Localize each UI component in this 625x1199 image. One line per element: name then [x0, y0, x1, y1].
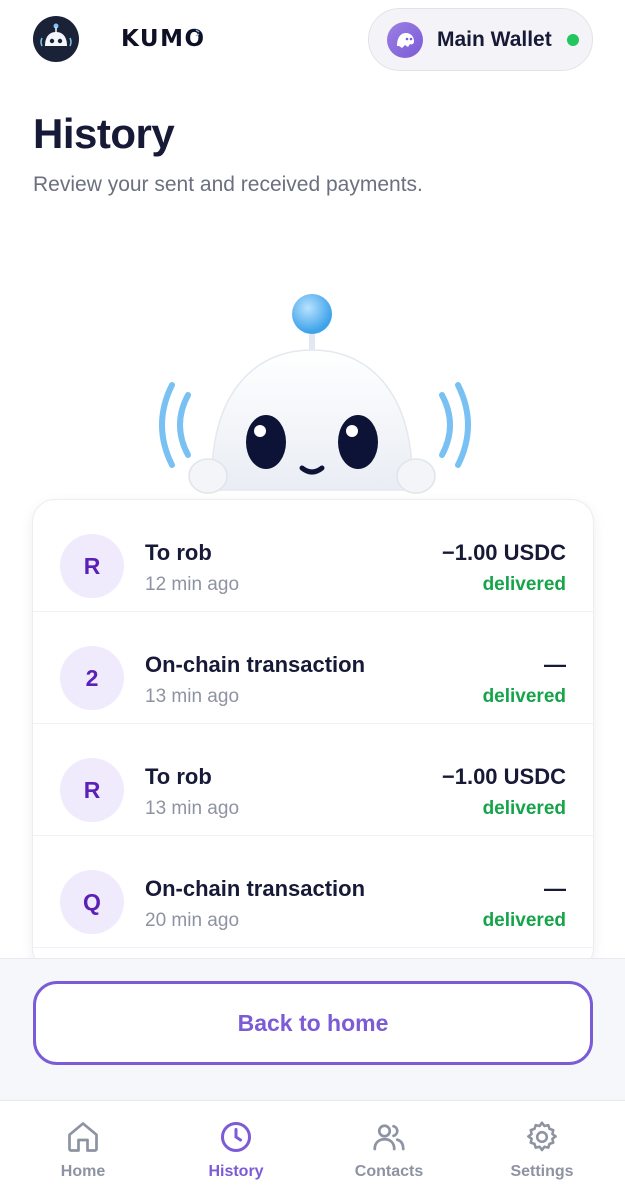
transaction-status: delivered: [482, 686, 566, 707]
tab-label: History: [208, 1163, 264, 1180]
bottom-tab-bar: Home History Contacts Settings: [0, 1100, 625, 1199]
tab-label: Home: [60, 1163, 106, 1180]
transaction-time: 13 min ago: [145, 798, 240, 819]
app-header: KUMO Main Wallet: [0, 0, 625, 80]
transaction-row[interactable]: Q On-chain transaction 20 min ago — deli…: [33, 836, 593, 948]
page-title: History: [33, 110, 175, 157]
tab-home[interactable]: Home: [23, 1119, 143, 1189]
back-to-home-button[interactable]: Back to home: [33, 981, 593, 1065]
transaction-amount: —: [544, 876, 566, 901]
clock-icon: [221, 1122, 251, 1152]
wallet-status-dot: [566, 33, 579, 46]
transaction-time: 13 min ago: [145, 686, 240, 707]
transaction-status: delivered: [482, 574, 566, 595]
transaction-row[interactable]: R To rob 13 min ago −1.00 USDC delivered: [33, 724, 593, 836]
transaction-status: delivered: [482, 798, 566, 819]
bottom-action-bar: Back to home: [0, 958, 625, 1100]
transaction-row[interactable]: 2 On-chain transaction 13 min ago — deli…: [33, 612, 593, 724]
transaction-status: delivered: [482, 910, 566, 931]
transaction-amount: −1.00 USDC: [441, 540, 566, 565]
tab-history[interactable]: History: [176, 1119, 296, 1189]
transaction-title: On-chain transaction: [145, 876, 366, 901]
transaction-amount: −1.00 USDC: [441, 764, 566, 789]
tab-label: Settings: [510, 1163, 574, 1180]
contact-avatar: Q: [60, 870, 124, 934]
contact-avatar: R: [60, 534, 124, 598]
robot-logo-icon[interactable]: [33, 16, 79, 62]
page-subtitle: Review your sent and received payments.: [33, 173, 423, 196]
robot-mascot-illustration: [159, 294, 471, 494]
home-icon: [68, 1122, 98, 1152]
contact-avatar: 2: [60, 646, 124, 710]
wallet-name: Main Wallet: [437, 27, 552, 51]
brand-name: KUMO: [121, 26, 206, 52]
gear-icon: [527, 1121, 557, 1152]
transaction-title: To rob: [145, 764, 212, 789]
spark-icon: [195, 29, 200, 37]
tab-settings[interactable]: Settings: [482, 1119, 602, 1189]
contact-avatar: R: [60, 758, 124, 822]
wallet-selector-button[interactable]: Main Wallet: [368, 8, 593, 71]
tab-label: Contacts: [354, 1163, 424, 1180]
transaction-row[interactable]: R To rob 12 min ago −1.00 USDC delivered: [33, 500, 593, 612]
transaction-time: 20 min ago: [145, 910, 240, 931]
history-list: R To rob 12 min ago −1.00 USDC delivered…: [33, 500, 593, 970]
transaction-time: 12 min ago: [145, 574, 240, 595]
transaction-amount: —: [544, 652, 566, 677]
ghost-avatar-icon: [387, 21, 423, 58]
users-icon: [373, 1124, 405, 1151]
transaction-title: On-chain transaction: [145, 652, 366, 677]
tab-contacts[interactable]: Contacts: [329, 1119, 449, 1189]
transaction-title: To rob: [145, 540, 212, 565]
